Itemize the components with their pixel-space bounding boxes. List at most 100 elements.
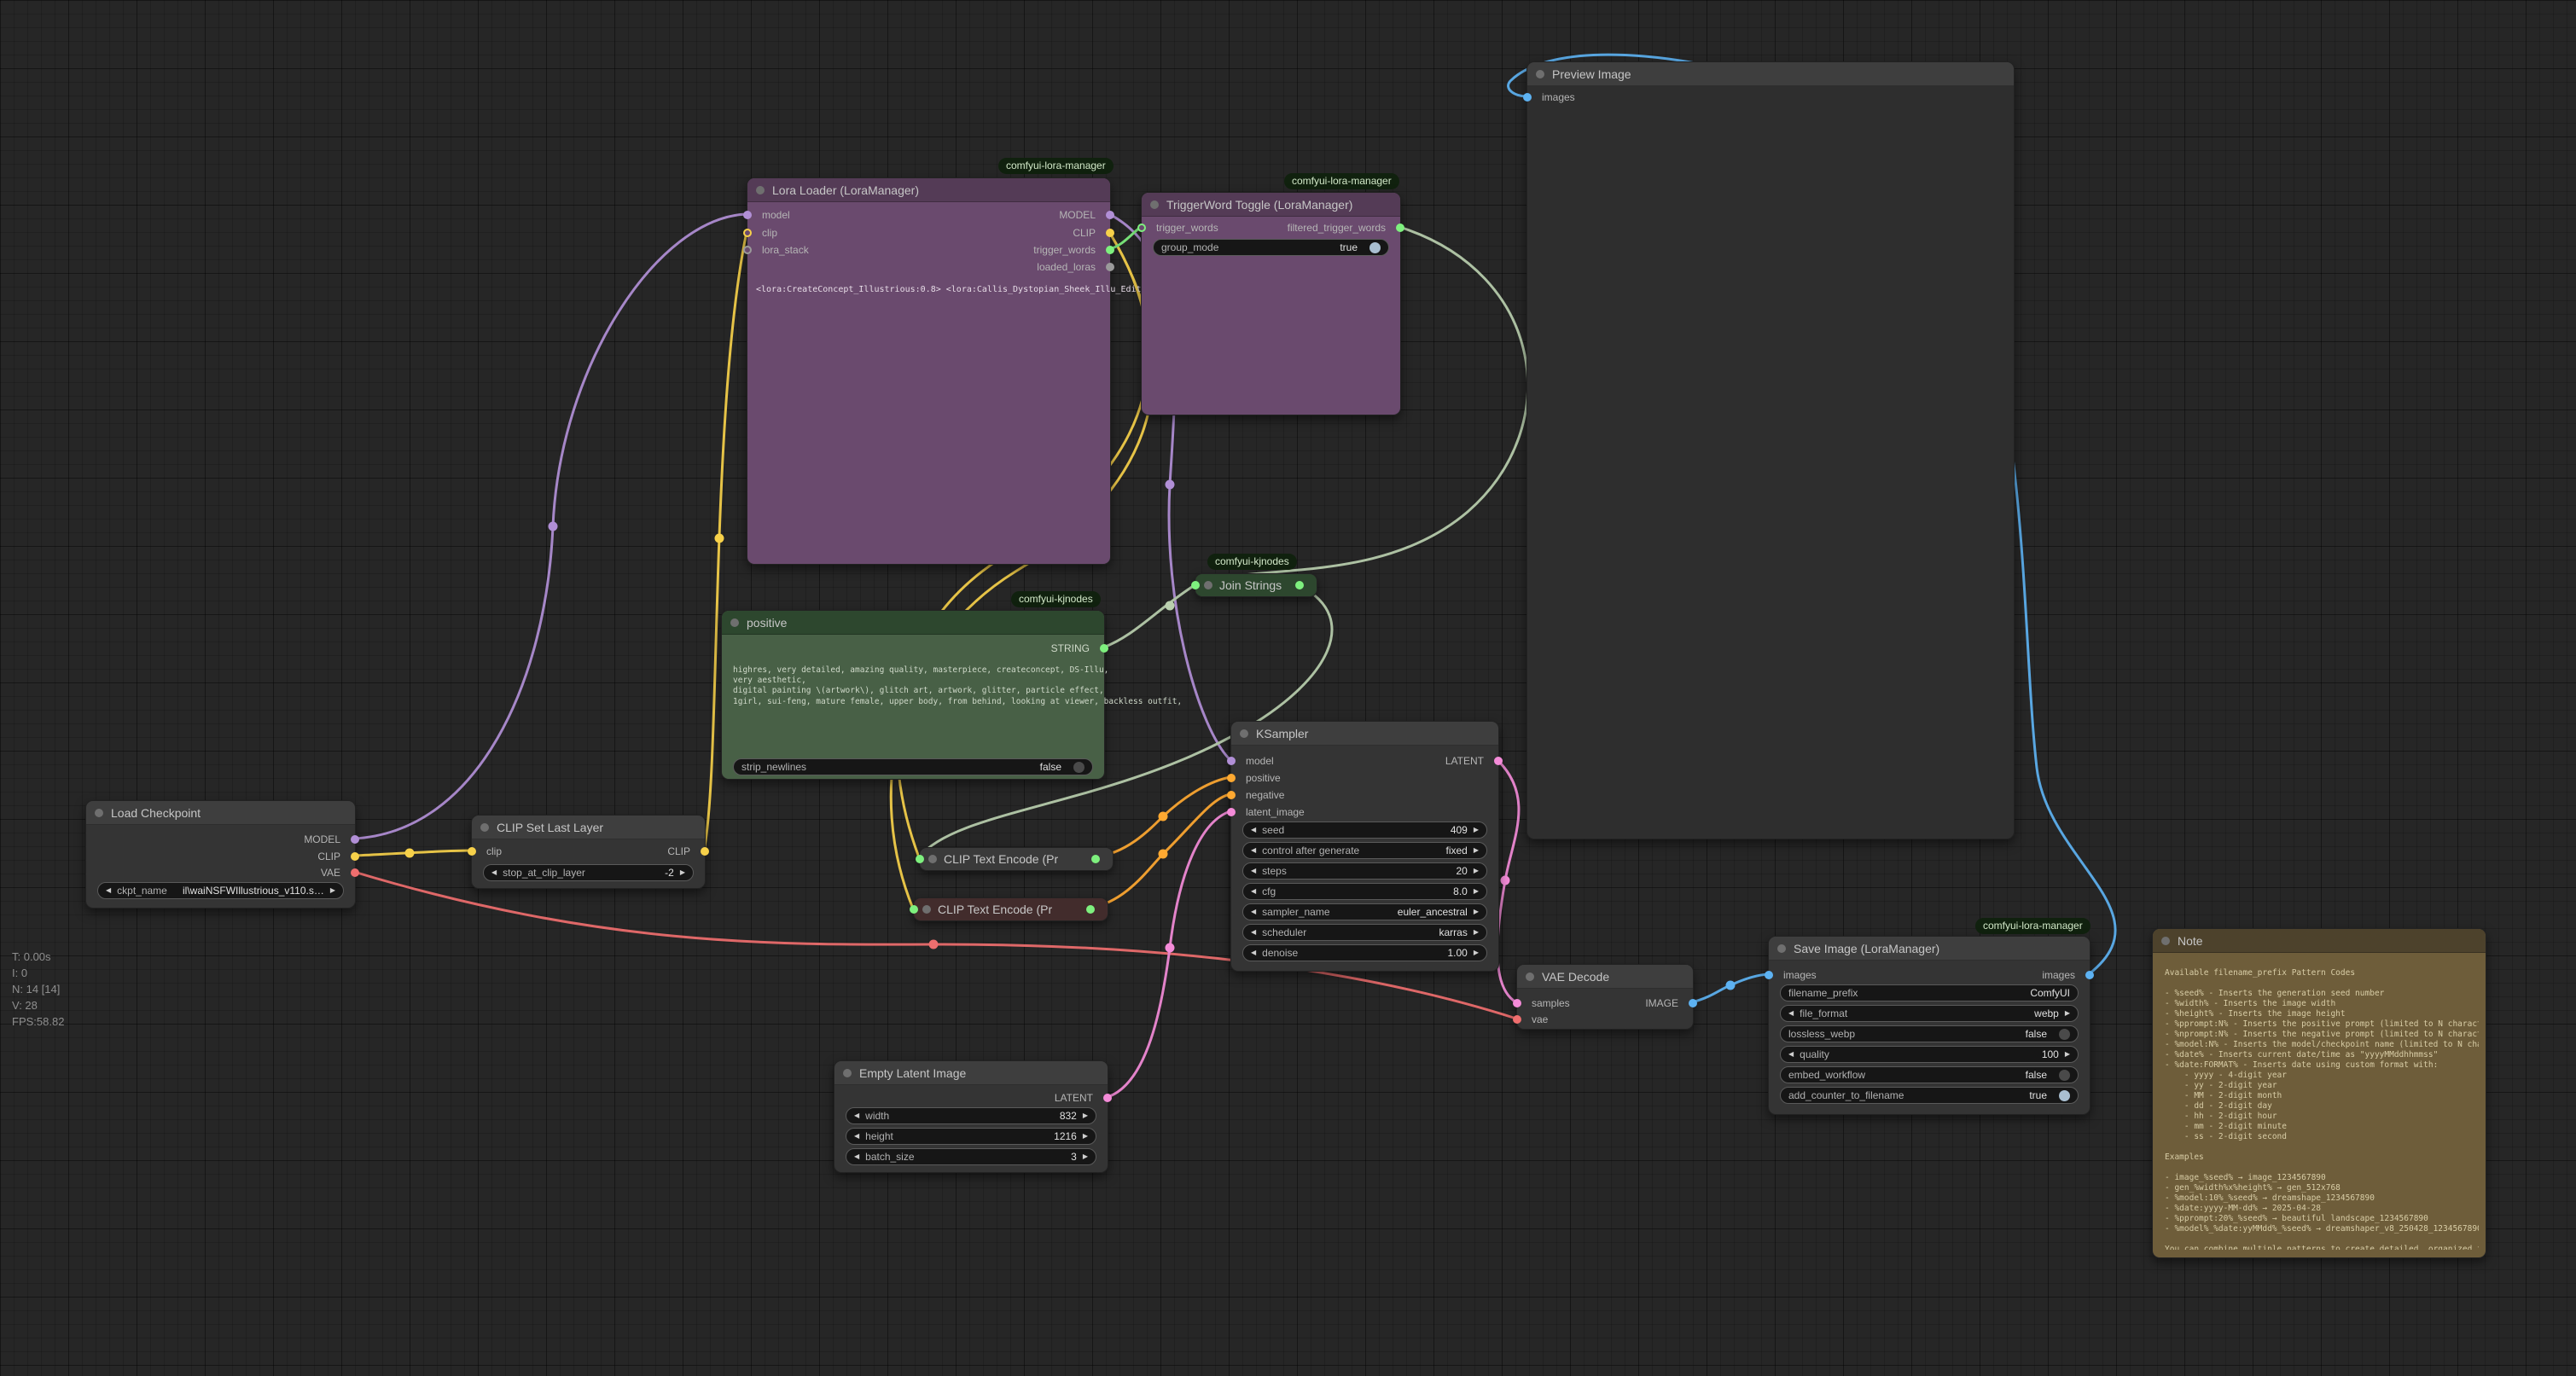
conditioning-output-dot[interactable] (1086, 905, 1095, 914)
filename-prefix-field[interactable]: filename_prefix ComfyUI (1780, 984, 2079, 1002)
positive-input-dot[interactable] (1227, 774, 1236, 782)
clip-input-dot[interactable] (468, 847, 476, 856)
node-preview-image[interactable]: Preview Image images (1526, 61, 2015, 839)
toggle-knob[interactable] (2059, 1029, 2070, 1040)
node-title-bar[interactable]: Save Image (LoraManager) (1769, 937, 2090, 961)
node-clip-text-encode-positive[interactable]: CLIP Text Encode (Pr (919, 847, 1114, 871)
file-format-combo[interactable]: ◀ file_format webp ▶ (1780, 1005, 2079, 1022)
stepper-left-arrow-icon[interactable]: ◀ (854, 1153, 859, 1160)
node-title-bar[interactable]: positive (722, 611, 1104, 635)
string-output-dot[interactable] (1295, 581, 1304, 589)
collapse-dot[interactable] (1536, 70, 1544, 78)
collapse-dot[interactable] (480, 823, 489, 832)
model-output-dot[interactable] (1106, 211, 1114, 219)
collapse-dot[interactable] (730, 618, 739, 627)
prompt-text[interactable]: highres, very detailed, amazing quality,… (733, 665, 1182, 707)
node-title-bar[interactable]: KSampler (1231, 722, 1498, 746)
clip-output-dot[interactable] (351, 852, 359, 861)
model-input-dot[interactable] (743, 211, 752, 219)
sampler-name-combo[interactable]: ◀ sampler_name euler_ancestral ▶ (1242, 903, 1487, 920)
height-stepper[interactable]: ◀ height 1216 ▶ (846, 1128, 1096, 1145)
node-title-bar[interactable]: Lora Loader (LoraManager) (747, 178, 1110, 202)
text-input-dot[interactable] (916, 855, 924, 863)
combo-left-arrow-icon[interactable]: ◀ (1251, 929, 1256, 936)
clip-output-dot[interactable] (1106, 229, 1114, 237)
node-title-bar[interactable]: TriggerWord Toggle (LoraManager) (1142, 193, 1400, 217)
node-note[interactable]: Note Available filename_prefix Pattern C… (2152, 928, 2486, 1258)
node-lora-loader[interactable]: Lora Loader (LoraManager) model clip lor… (747, 177, 1111, 565)
clip-input-dot[interactable] (743, 229, 752, 237)
node-title-bar[interactable]: Load Checkpoint (86, 801, 355, 825)
images-output-dot[interactable] (2085, 971, 2094, 979)
quality-stepper[interactable]: ◀ quality 100 ▶ (1780, 1046, 2079, 1063)
steps-stepper[interactable]: ◀ steps 20 ▶ (1242, 862, 1487, 880)
toggle-knob[interactable] (1369, 242, 1381, 253)
samples-input-dot[interactable] (1513, 999, 1521, 1007)
stepper-right-arrow-icon[interactable]: ▶ (1474, 888, 1479, 895)
stepper-right-arrow-icon[interactable]: ▶ (1083, 1112, 1088, 1119)
latent-output-dot[interactable] (1494, 757, 1503, 765)
node-clip-text-encode-negative[interactable]: CLIP Text Encode (Pr (913, 897, 1108, 921)
combo-left-arrow-icon[interactable]: ◀ (1251, 909, 1256, 915)
collapse-dot[interactable] (928, 855, 937, 863)
trigger-words-output-dot[interactable] (1106, 246, 1114, 254)
collapse-dot[interactable] (756, 186, 765, 194)
strings-input-dot[interactable] (1191, 581, 1200, 589)
stepper-left-arrow-icon[interactable]: ◀ (1251, 888, 1256, 895)
stepper-right-arrow-icon[interactable]: ▶ (680, 869, 685, 876)
node-ksampler[interactable]: KSampler model positive negative latent_… (1230, 721, 1499, 972)
collapse-dot[interactable] (2161, 937, 2170, 945)
node-join-strings[interactable]: Join Strings (1195, 573, 1317, 597)
scheduler-combo[interactable]: ◀ scheduler karras ▶ (1242, 924, 1487, 941)
model-input-dot[interactable] (1227, 757, 1236, 765)
node-save-image[interactable]: Save Image (LoraManager) images images f… (1768, 936, 2090, 1115)
combo-right-arrow-icon[interactable]: ▶ (2065, 1010, 2070, 1017)
strip-newlines-toggle[interactable]: strip_newlines false (733, 758, 1093, 775)
image-output-dot[interactable] (1689, 999, 1697, 1007)
combo-left-arrow-icon[interactable]: ◀ (1251, 847, 1256, 854)
width-stepper[interactable]: ◀ width 832 ▶ (846, 1107, 1096, 1124)
node-title-bar[interactable]: Note (2153, 929, 2486, 953)
combo-right-arrow-icon[interactable]: ▶ (1474, 847, 1479, 854)
images-input-dot[interactable] (1523, 93, 1532, 102)
cfg-stepper[interactable]: ◀ cfg 8.0 ▶ (1242, 883, 1487, 900)
collapse-dot[interactable] (843, 1069, 852, 1077)
node-vae-decode[interactable]: VAE Decode samples vae IMAGE (1516, 964, 1694, 1030)
node-title-bar[interactable]: Empty Latent Image (834, 1061, 1108, 1085)
model-output-dot[interactable] (351, 835, 359, 844)
collapse-dot[interactable] (1777, 944, 1786, 953)
collapse-dot[interactable] (1204, 581, 1212, 589)
stepper-right-arrow-icon[interactable]: ▶ (1474, 949, 1479, 956)
graph-canvas[interactable]: Load Checkpoint MODEL CLIP VAE ◀ ckpt_na… (0, 0, 2576, 1376)
combo-right-arrow-icon[interactable]: ▶ (1474, 929, 1479, 936)
loaded-loras-output-dot[interactable] (1106, 263, 1114, 271)
stepper-right-arrow-icon[interactable]: ▶ (1083, 1153, 1088, 1160)
stepper-left-arrow-icon[interactable]: ◀ (1251, 868, 1256, 874)
node-triggerword-toggle[interactable]: TriggerWord Toggle (LoraManager) trigger… (1141, 192, 1401, 415)
add-counter-to-filename-toggle[interactable]: add_counter_to_filename true (1780, 1087, 2079, 1104)
collapse-dot[interactable] (1150, 200, 1159, 209)
combo-right-arrow-icon[interactable]: ▶ (1474, 909, 1479, 915)
vae-input-dot[interactable] (1513, 1015, 1521, 1024)
lora-stack-input-dot[interactable] (743, 246, 752, 254)
latent-image-input-dot[interactable] (1227, 808, 1236, 816)
stop-at-clip-layer-stepper[interactable]: ◀ stop_at_clip_layer -2 ▶ (483, 864, 694, 881)
combo-left-arrow-icon[interactable]: ◀ (106, 887, 111, 894)
denoise-stepper[interactable]: ◀ denoise 1.00 ▶ (1242, 944, 1487, 961)
filtered-trigger-words-output-dot[interactable] (1396, 224, 1404, 232)
stepper-right-arrow-icon[interactable]: ▶ (1474, 868, 1479, 874)
node-clip-set-last-layer[interactable]: CLIP Set Last Layer clip CLIP ◀ stop_at_… (471, 815, 706, 889)
images-input-dot[interactable] (1765, 971, 1773, 979)
stepper-left-arrow-icon[interactable]: ◀ (854, 1112, 859, 1119)
toggle-knob[interactable] (2059, 1090, 2070, 1101)
stepper-left-arrow-icon[interactable]: ◀ (854, 1133, 859, 1140)
toggle-knob[interactable] (2059, 1070, 2070, 1081)
collapse-dot[interactable] (1240, 729, 1248, 738)
node-title-bar[interactable]: CLIP Set Last Layer (472, 816, 705, 839)
negative-input-dot[interactable] (1227, 791, 1236, 799)
stepper-left-arrow-icon[interactable]: ◀ (491, 869, 497, 876)
node-positive-prompt[interactable]: positive STRING highres, very detailed, … (721, 610, 1105, 780)
stepper-left-arrow-icon[interactable]: ◀ (1251, 827, 1256, 833)
lora-syntax-text[interactable]: <lora:CreateConcept_Illustrious:0.8> <lo… (756, 284, 1183, 295)
stepper-left-arrow-icon[interactable]: ◀ (1788, 1051, 1794, 1058)
